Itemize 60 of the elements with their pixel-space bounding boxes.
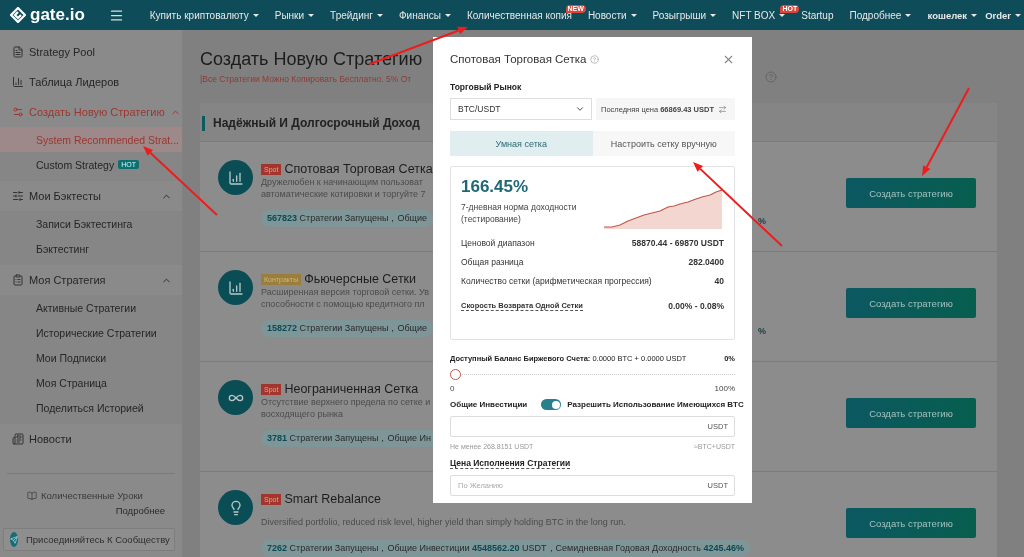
yield-value: 166.45% [461,177,530,197]
sidebar-subitem[interactable]: Бэктестинг [0,236,182,261]
logo-text: gate.io [30,5,85,25]
nav-link[interactable]: Подробнее [849,5,912,25]
notice-text: |Все Стратегии Можно Копировать Бесплатно. 5% От [200,74,413,84]
strategy-stats: 567823 Стратегии Запущены，Общие [261,210,433,227]
nav-link[interactable]: Розыгрыши [652,5,717,25]
account-link[interactable]: Order [985,5,1021,25]
nav-link[interactable]: Новости [587,5,637,25]
market-select[interactable]: BTC/USDT [450,98,592,120]
nav-link[interactable]: Рынки [274,5,315,25]
stats-fragment: % [758,326,766,336]
sidebar-item[interactable]: Моя Стратегия [0,265,182,295]
create-strategy-button[interactable]: Создать стратегию [846,288,976,318]
strategy-title: Smart Rebalance [284,492,381,506]
stat-value: 282.0400 [688,257,724,267]
toggle-label: Разрешить Использование Имеющихся BTC [567,400,744,409]
mode-tab[interactable]: Умная сетка [450,131,593,156]
sidebar-subitem[interactable]: Активные Стратегии [0,295,182,320]
strategy-title: Спотовая Торговая Сетка [284,162,433,176]
stats-fragment: % [758,216,766,226]
strategy-description: восходящего рынка [261,408,344,420]
nav-link[interactable]: Трейдинг [330,5,383,25]
sidebar-subitem[interactable]: Исторические Стратегии [0,320,182,345]
create-strategy-button[interactable]: Создать стратегию [846,508,976,538]
stat-label: Ценовой диапазон [461,238,535,248]
stat-label: Количество сетки (арифметическая прогрессия) [461,276,652,286]
stat-value: 40 [714,276,724,286]
sidebar-item[interactable]: Новости [0,424,182,454]
create-strategy-button[interactable]: Создать стратегию [846,398,976,428]
investment-label: Общие Инвестиции [450,400,528,409]
strategy-stats: 158272 Стратегии Запущены，Общие [261,320,433,337]
community-button[interactable]: Присоединяйтесь К Сообществу [3,528,175,551]
sidebar-subitem[interactable]: Поделиться Историей [0,395,182,420]
strategy-title: Неограниченная Сетка [284,382,419,396]
sidebar-item[interactable]: Strategy Pool [0,37,182,67]
sidebar-subitem[interactable]: Записи Бэктестинга [0,211,182,236]
nav-link[interactable]: Финансы [398,5,451,25]
slider-min-label: 0 [450,384,455,393]
more-link[interactable]: Подробнее [3,505,179,516]
strategy-stats: 7262 Стратегии Запущены，Общие Инвестиции 4548562.20 USDT，Семидневная Годовая Доходность 4245.46% [261,540,750,557]
nav-link[interactable]: Купить криптовалюту [149,5,259,25]
stat-label: Общая разница [461,257,524,267]
sidebar-subitem[interactable]: Моя Страница [0,370,182,395]
sidebar-item[interactable]: Мои Бэктесты [0,181,182,211]
stat-value: 0.00% - 0.08% [668,301,724,311]
create-strategy-button[interactable]: Создать стратегию [846,178,976,208]
yield-label: 7-дневная норма доходности (тестирование) [461,201,578,225]
dialog-title: Спотовая Торговая Сетка [450,53,587,65]
account-link[interactable]: кошелек [927,5,978,25]
lessons-title: Количественные Уроки [41,490,143,501]
market-label: Торговый Рынок [450,82,523,92]
sidebar-item[interactable]: Таблица Лидеров [0,67,182,97]
price-label: Цена Исполнения Стратегии [450,458,571,469]
slider-max-label: 100% [714,384,735,393]
nav-link[interactable]: Startup [801,5,834,25]
mode-tab[interactable]: Настроить сетку вручную [592,131,735,156]
strategy-title: Фьючерсные Сетки [304,272,417,286]
stat-value: 58870.44 - 69870 USDT [631,238,724,248]
sidebar-subitem[interactable]: Мои Подписки [0,345,182,370]
